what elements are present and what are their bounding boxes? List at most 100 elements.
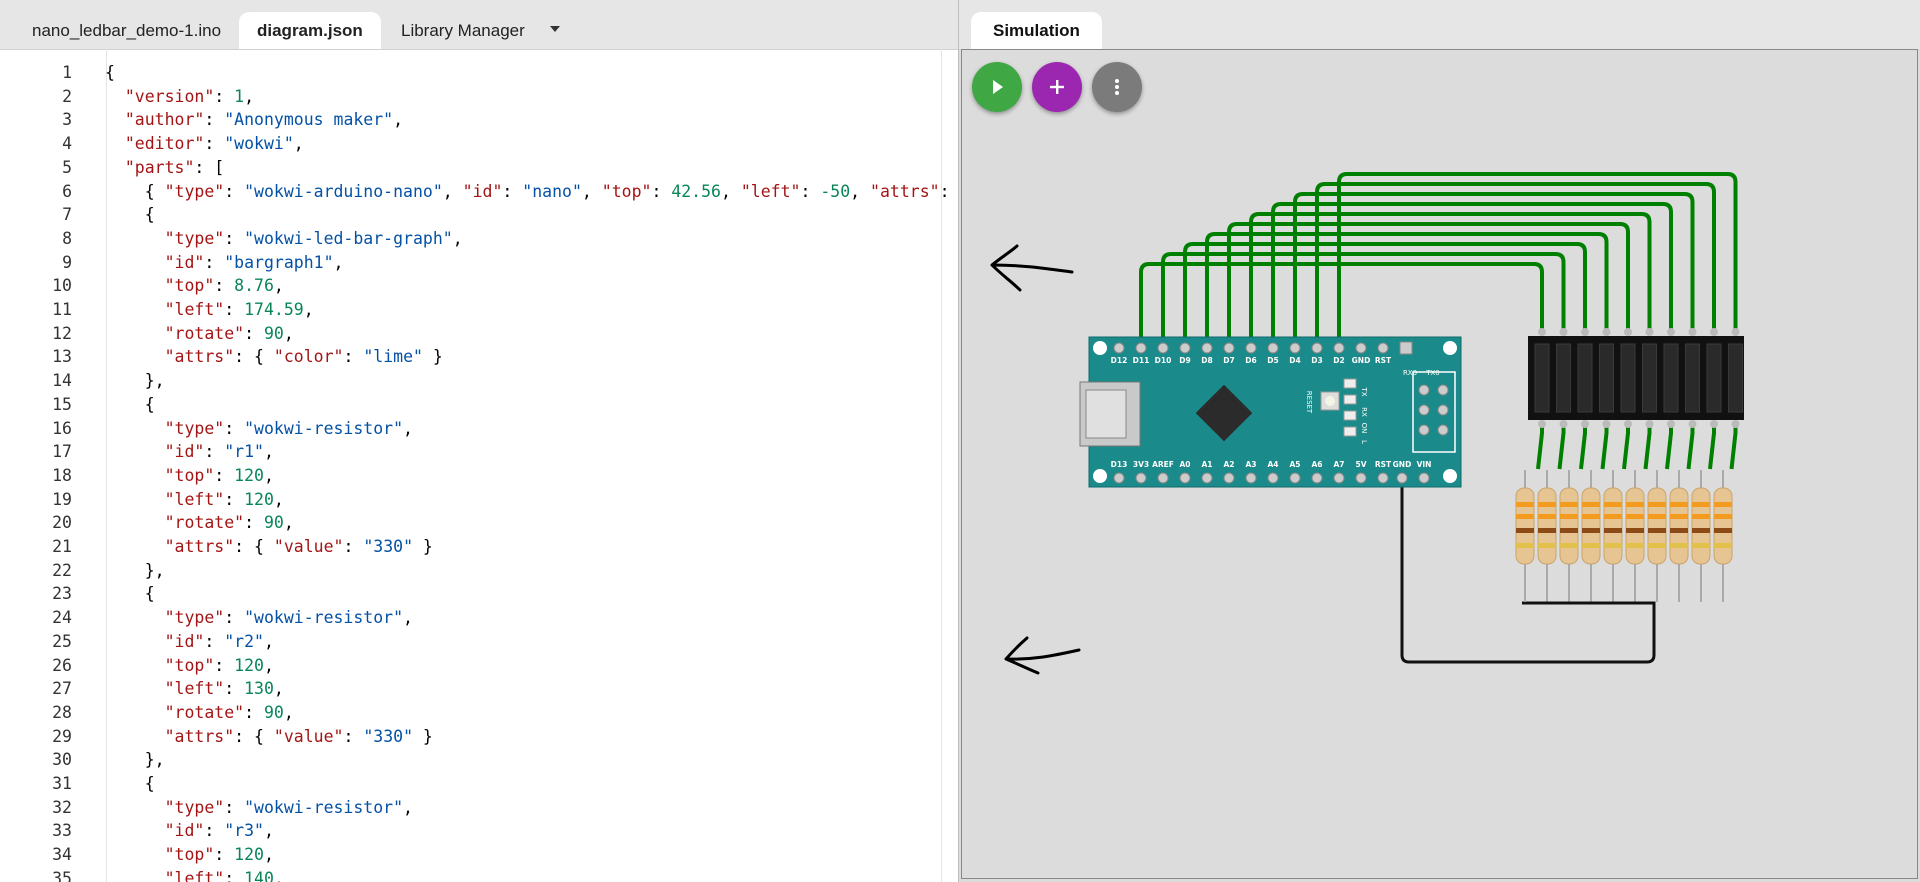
line-text: "top": 8.76, <box>164 276 284 296</box>
pin-a4 <box>1267 472 1279 484</box>
pin-gnd <box>1355 342 1367 354</box>
resistor-band <box>1626 514 1644 519</box>
line-number: 19 <box>52 489 72 509</box>
resistor-array[interactable] <box>1515 470 1733 605</box>
resistor-band <box>1582 528 1600 533</box>
line-text: "left": 120, <box>164 489 284 509</box>
resistor-band <box>1538 502 1556 507</box>
tab-diagram-json[interactable]: diagram.json <box>239 12 381 49</box>
line-number: 28 <box>52 702 72 722</box>
onboard-led <box>1343 426 1357 437</box>
line-text: { "type": "wokwi-arduino-nano", "id": "n… <box>105 181 950 201</box>
pin-label: D2 <box>1333 356 1344 365</box>
line-number: 5 <box>62 157 72 177</box>
board-label: TX <box>1360 386 1368 396</box>
line-text: "attrs": { "color": "lime" } <box>164 347 443 367</box>
wire <box>1622 426 1630 470</box>
pin-a0 <box>1179 472 1191 484</box>
resistor-band <box>1516 543 1534 548</box>
resistor-body <box>1647 487 1667 565</box>
icsp-pin <box>1418 424 1430 436</box>
board-label: RESET <box>1305 391 1313 414</box>
pin-label: 3V3 <box>1133 460 1149 469</box>
code-line: 12 "rotate": 90, <box>0 322 950 345</box>
code-line: 4 "editor": "wokwi", <box>0 132 950 155</box>
resistor-band <box>1604 528 1622 533</box>
line-number: 26 <box>52 655 72 675</box>
line-text: { <box>105 63 115 82</box>
circuit-diagram: D12 D11 D10 D9 D8 D7 D6 D5 D4 D3 D2 GND RST D13 3V3 AR… <box>990 172 1744 675</box>
code-line: 8 "type": "wokwi-led-bar-graph", <box>0 227 950 250</box>
pin-label: A4 <box>1267 460 1278 469</box>
code-line: 14 }, <box>0 369 950 392</box>
pin-d7 <box>1223 342 1235 354</box>
pin-label: GND <box>1393 460 1412 469</box>
resistor-band <box>1648 502 1666 507</box>
resistor-body <box>1713 487 1733 565</box>
pin-rst <box>1377 342 1389 354</box>
pin-a2 <box>1223 472 1235 484</box>
pin-d3 <box>1311 342 1323 354</box>
wire <box>1205 232 1609 344</box>
code-line: 16 "type": "wokwi-resistor", <box>0 417 950 440</box>
wire <box>1708 426 1716 470</box>
simulation-canvas[interactable]: D12 D11 D10 D9 D8 D7 D6 D5 D4 D3 D2 GND RST D13 3V3 AR… <box>961 49 1918 879</box>
line-text: "rotate": 90, <box>164 702 294 722</box>
resistor-body <box>1603 487 1623 565</box>
resistor-band <box>1670 528 1688 533</box>
tab-simulation[interactable]: Simulation <box>971 12 1102 49</box>
pin-d13 <box>1113 472 1125 484</box>
resistor-band <box>1604 514 1622 519</box>
line-text: }, <box>105 750 165 770</box>
led-segment <box>1556 343 1571 413</box>
line-number: 33 <box>52 821 72 841</box>
line-text: "top": 120, <box>164 465 274 485</box>
resistor-band <box>1604 543 1622 548</box>
line-number: 30 <box>52 750 72 770</box>
tab-dropdown-icon[interactable] <box>545 20 565 40</box>
pin-label: D8 <box>1201 356 1212 365</box>
line-text: }, <box>105 560 165 580</box>
led-pin <box>1710 420 1718 428</box>
resistor-band <box>1516 514 1534 519</box>
line-text: "top": 120, <box>164 655 274 675</box>
line-number: 15 <box>52 394 72 414</box>
line-text: "left": 140, <box>164 868 284 882</box>
line-number: 27 <box>52 679 72 699</box>
code-line: 11 "left": 174.59, <box>0 298 950 321</box>
editor-tab-bar: nano_ledbar_demo-1.ino diagram.json Libr… <box>0 0 959 50</box>
line-number: 8 <box>62 228 72 248</box>
line-text: "type": "wokwi-resistor", <box>164 797 413 817</box>
line-number: 16 <box>52 418 72 438</box>
tab-sketch-ino[interactable]: nano_ledbar_demo-1.ino <box>14 12 239 49</box>
led-pin <box>1731 328 1740 336</box>
line-text: }, <box>105 371 165 391</box>
resistor-band <box>1692 502 1710 507</box>
pin-d9 <box>1179 342 1191 354</box>
resistor-band <box>1538 514 1556 519</box>
arduino-nano-board[interactable]: D12 D11 D10 D9 D8 D7 D6 D5 D4 D3 D2 GND RST D13 3V3 AR… <box>1079 336 1462 488</box>
code-area[interactable]: 1{2 "version": 1, 3 "author": "Anonymous … <box>0 49 959 882</box>
wire <box>1665 426 1673 470</box>
code-line: 13 "attrs": { "color": "lime" } <box>0 345 950 368</box>
line-text: "id": "bargraph1", <box>164 252 344 272</box>
led-pin <box>1538 420 1546 428</box>
led-pin <box>1688 420 1697 428</box>
wire <box>1293 192 1695 344</box>
pin-a1 <box>1201 472 1213 484</box>
code-line: 25 "id": "r2", <box>0 630 950 653</box>
led-bar-graph[interactable] <box>1528 328 1744 428</box>
line-text: "type": "wokwi-led-bar-graph", <box>164 228 463 248</box>
line-number: 29 <box>52 726 72 746</box>
resistor-band <box>1714 543 1732 548</box>
wire <box>1557 426 1566 470</box>
code-line: 7 { <box>0 203 950 226</box>
led-segment <box>1706 343 1722 413</box>
code-line: 35 "left": 140, <box>0 867 950 882</box>
pin-label: A7 <box>1333 460 1344 469</box>
tab-library-manager[interactable]: Library Manager <box>383 12 543 49</box>
resistor-band <box>1692 543 1710 548</box>
wire <box>1579 426 1587 470</box>
led-segment <box>1577 343 1593 413</box>
pin-d12 <box>1113 342 1125 354</box>
